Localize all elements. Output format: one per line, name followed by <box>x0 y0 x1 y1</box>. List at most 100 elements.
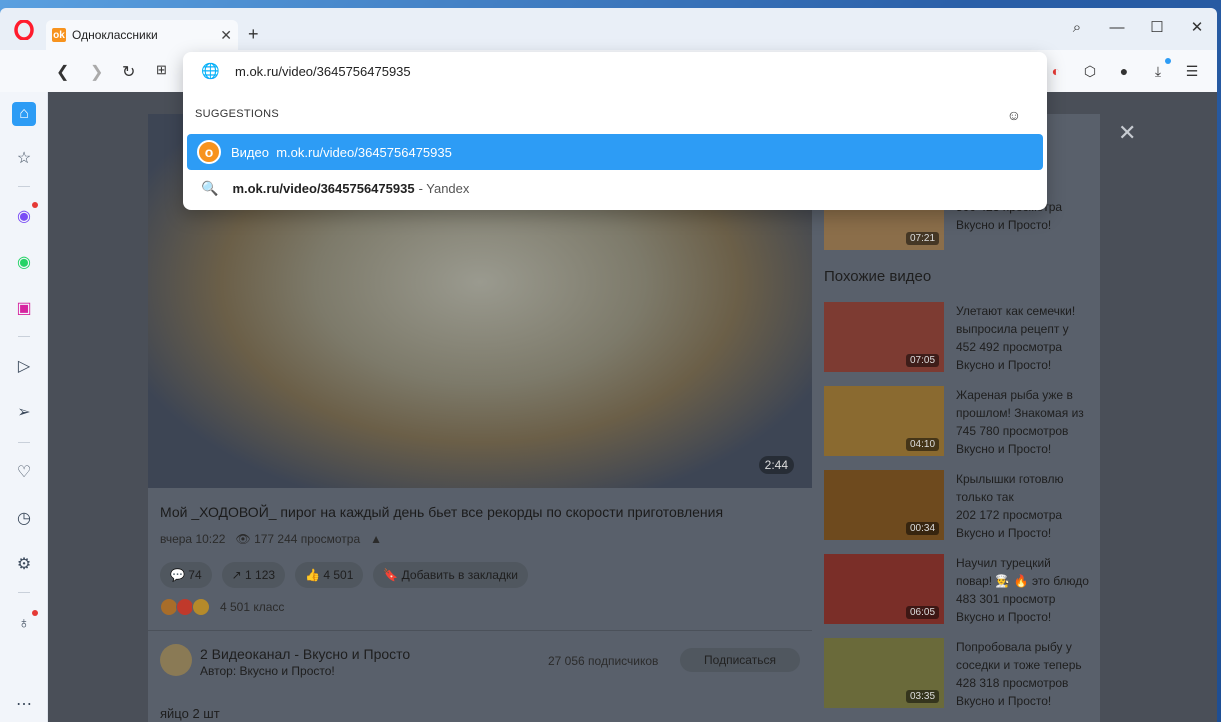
suggestion-query: m.ok.ru/video/3645756475935 <box>232 180 415 196</box>
video-title-line[interactable]: прошлом! Знакомая из <box>956 404 1096 422</box>
like-button[interactable]: 👍 4 501 <box>295 562 364 588</box>
bookmark-button[interactable]: 🔖 Добавить в закладки <box>373 562 528 588</box>
video-title-line[interactable]: Жареная рыба уже в <box>956 386 1096 404</box>
sidebar-separator <box>18 186 30 187</box>
close-window-button[interactable]: ✕ <box>1177 18 1217 36</box>
video-author: Вкусно и Просто! <box>956 358 1052 372</box>
tab-close-icon[interactable]: ✕ <box>220 27 232 44</box>
smiley-icon[interactable]: ☺ <box>1007 107 1021 123</box>
opera-logo-icon[interactable] <box>14 20 34 40</box>
forward-icon[interactable]: ❯ <box>90 62 103 82</box>
player-icon[interactable]: ▷ <box>12 354 36 378</box>
related-video[interactable]: 06:05 Научил турецкий повар! 👨‍🍳 🔥 это б… <box>824 554 1094 624</box>
toolbar-right-icons: ◐ ⬡ ● ⤓ ☰ <box>1045 58 1203 82</box>
suggestion-item[interactable]: o Видео m.ok.ru/video/3645756475935 <box>187 134 1043 170</box>
video-duration: 04:10 <box>906 438 940 451</box>
sidebar-separator <box>18 336 30 337</box>
channel-name[interactable]: 2 Видеоканал - Вкусно и Просто <box>200 646 410 662</box>
suggestion-item[interactable]: 🔍 m.ok.ru/video/3645756475935 - Yandex <box>187 170 1043 206</box>
video-views: 483 301 просмотр <box>956 592 1056 606</box>
comments-button[interactable]: 💬 74 <box>160 562 212 588</box>
related-video[interactable]: 07:05 Улетают как семечки! выпросила рец… <box>824 302 1094 372</box>
minimize-button[interactable]: — <box>1097 19 1137 36</box>
more-icon[interactable]: ⋯ <box>12 692 36 716</box>
related-video[interactable]: 04:10 Жареная рыба уже в прошлом! Знаком… <box>824 386 1094 456</box>
video-author: Вкусно и Просто! <box>956 442 1052 456</box>
reactions[interactable]: 4 501 класс <box>160 598 284 616</box>
settings-gear-icon[interactable]: ⚙ <box>12 552 36 576</box>
tab-odnoklassniki[interactable]: ok Одноклассники ✕ <box>46 20 238 50</box>
video-title-line[interactable]: выпросила рецепт у <box>956 320 1096 338</box>
new-tab-button[interactable]: + <box>248 24 259 45</box>
address-bar-dropdown: 🌐 m.ok.ru/video/3645756475935 SUGGESTION… <box>183 52 1047 210</box>
whatsapp-icon[interactable]: ◉ <box>12 250 36 274</box>
address-input[interactable]: m.ok.ru/video/3645756475935 <box>235 64 411 79</box>
easy-setup-icon[interactable]: ☰ <box>1181 60 1203 82</box>
subscribe-button[interactable]: Подписаться <box>680 648 800 672</box>
reload-icon[interactable]: ↻ <box>122 62 135 82</box>
video-views: 745 780 просмотров <box>956 424 1069 438</box>
home-icon[interactable]: ⌂ <box>12 102 36 126</box>
video-title-line[interactable]: Попробовала рыбу у <box>956 638 1096 656</box>
ok-favicon-icon: o <box>197 140 221 164</box>
channel-avatar[interactable] <box>160 644 192 676</box>
maximize-button[interactable]: ☐ <box>1137 18 1177 36</box>
search-tabs-icon[interactable]: ⌕ <box>1057 19 1097 36</box>
profile-avatar-icon[interactable]: ● <box>1113 60 1135 82</box>
video-views: 428 318 просмотров <box>956 676 1069 690</box>
suggestion-url: m.ok.ru/video/3645756475935 <box>276 144 452 160</box>
likes-count: 4 501 <box>323 568 354 582</box>
video-title-line[interactable]: Крылышки готовлю <box>956 470 1096 488</box>
extensions-cube-icon[interactable]: ⬡ <box>1079 60 1101 82</box>
share-button[interactable]: ↗ 1 123 <box>221 562 286 588</box>
messenger-icon[interactable]: ◉ <box>12 202 38 228</box>
video-description: яйцо 2 шт <box>160 706 220 721</box>
vpn-icon[interactable]: ◐ <box>1045 60 1067 82</box>
video-title-line[interactable]: соседки и тоже теперь <box>956 656 1096 674</box>
divider <box>148 630 812 631</box>
history-clock-icon[interactable]: ◷ <box>12 506 36 530</box>
video-author: Вкусно и Просто! <box>956 694 1052 708</box>
shares-count: 1 123 <box>245 568 276 582</box>
download-icon[interactable]: ⤓ <box>1147 58 1171 82</box>
tips-bulb-icon[interactable]: ♁ <box>12 610 38 636</box>
video-author: Вкусно и Просто! <box>956 218 1052 232</box>
ok-favicon-icon: ok <box>52 28 66 42</box>
globe-icon: 🌐 <box>201 63 220 80</box>
video-info: Жареная рыба уже в прошлом! Знакомая из … <box>956 386 1096 458</box>
channel-author[interactable]: Автор: Вкусно и Просто! <box>200 664 335 678</box>
send-flow-icon[interactable]: ➢ <box>12 400 36 424</box>
suggestion-prefix: Видео <box>231 144 269 160</box>
instagram-icon[interactable]: ▣ <box>12 296 36 320</box>
video-title: Мой _ХОДОВОЙ_ пирог на каждый день бьет … <box>160 504 724 520</box>
back-icon[interactable]: ❮ <box>56 62 69 82</box>
video-title-line[interactable]: Научил турецкий <box>956 554 1096 572</box>
related-video[interactable]: 00:34 Крылышки готовлю только так 202 17… <box>824 470 1094 540</box>
video-author: Вкусно и Просто! <box>956 526 1052 540</box>
video-author: Вкусно и Просто! <box>956 610 1052 624</box>
video-title-line[interactable]: Улетают как семечки! <box>956 302 1096 320</box>
video-duration: 00:34 <box>906 522 940 535</box>
window-controls: ⌕ — ☐ ✕ <box>1057 18 1217 37</box>
heart-icon[interactable]: ♡ <box>12 460 36 484</box>
tabs-grid-icon[interactable]: ⊞ <box>156 62 167 78</box>
video-info: Крылышки готовлю только так 202 172 прос… <box>956 470 1096 542</box>
tab-strip: ok Одноклассники ✕ + ⌕ — ☐ ✕ <box>0 8 1217 50</box>
video-title-line[interactable]: повар! 👨‍🍳 🔥 это блюдо <box>956 572 1096 590</box>
video-duration: 07:21 <box>906 232 940 245</box>
bookmarks-star-icon[interactable]: ☆ <box>12 146 36 170</box>
suggestion-label: m.ok.ru/video/3645756475935 <box>232 181 414 196</box>
related-video[interactable]: 03:35 Попробовала рыбу у соседки и тоже … <box>824 638 1094 708</box>
subscribers-count: 27 056 подписчиков <box>548 654 659 668</box>
video-title-line[interactable]: только так <box>956 488 1096 506</box>
video-duration: 06:05 <box>906 606 940 619</box>
tab-title: Одноклассники <box>72 28 158 42</box>
close-video-icon[interactable]: ✕ <box>1118 120 1136 146</box>
eye-icon: 👁 <box>235 532 251 546</box>
video-duration: 07:05 <box>906 354 940 367</box>
reaction-laugh-icon <box>192 598 210 616</box>
sidebar-separator <box>18 592 30 593</box>
comments-count: 74 <box>188 568 202 582</box>
warning-icon[interactable]: ▲ <box>370 532 382 546</box>
video-actions: 💬 74 ↗ 1 123 👍 4 501 🔖 Добавить в заклад… <box>160 562 528 588</box>
